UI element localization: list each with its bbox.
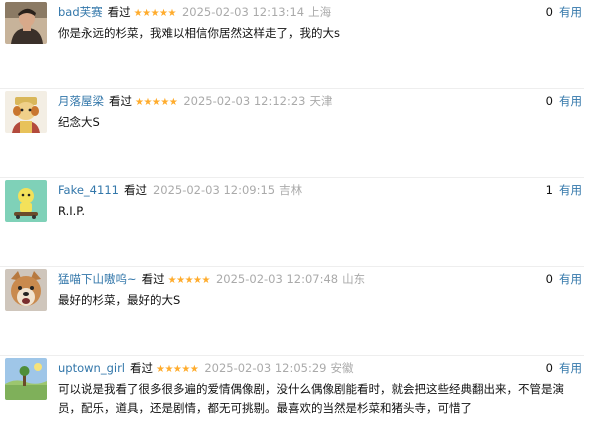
vote-count: 1	[545, 183, 553, 197]
rating-stars: ★★★★★	[135, 97, 178, 108]
vote-count: 0	[545, 272, 553, 286]
watch-status: 看过	[109, 94, 132, 108]
avatar-image	[5, 91, 47, 133]
vote-count: 0	[545, 94, 553, 108]
comment-time: 2025-02-03 12:05:29	[204, 361, 327, 375]
comment-location: 上海	[308, 5, 332, 19]
comment-username[interactable]: bad芙赛	[58, 5, 103, 19]
comment-location: 吉林	[279, 183, 303, 197]
user-avatar[interactable]	[5, 2, 47, 44]
avatar-image	[5, 180, 47, 222]
vote-area: 0 有用	[546, 270, 582, 288]
comment-username[interactable]: uptown_girl	[58, 361, 125, 375]
comment-location: 安徽	[330, 361, 354, 375]
comment-username[interactable]: Fake_4111	[58, 183, 119, 197]
watch-status: 看过	[123, 183, 147, 197]
comment-meta: Fake_4111 看过 2025-02-03 12:09:15 吉林	[58, 181, 302, 199]
comment-time: 2025-02-03 12:12:23	[183, 94, 306, 108]
comment-time: 2025-02-03 12:09:15	[152, 183, 276, 197]
user-avatar[interactable]	[5, 358, 47, 400]
useful-button[interactable]: 有用	[559, 5, 582, 19]
watch-status: 看过	[130, 361, 153, 375]
useful-button[interactable]: 有用	[559, 94, 582, 108]
vote-count: 0	[545, 5, 553, 19]
comment-location: 山东	[342, 272, 366, 286]
comment-item: bad芙赛 看过 ★★★★★ 2025-02-03 12:13:14 上海 0 有用 你是…	[0, 0, 600, 89]
watch-status: 看过	[141, 272, 165, 286]
vote-count: 0	[545, 361, 553, 375]
comment-username[interactable]: 猛喵下山嗷呜~	[58, 272, 137, 286]
comment-item: 猛喵下山嗷呜~ 看过 ★★★★★ 2025-02-03 12:07:48 山东 0 有用 …	[0, 267, 600, 356]
avatar-image	[5, 358, 47, 400]
avatar-image	[5, 269, 47, 311]
comment-text: 你是永远的杉菜，我难以相信你居然这样走了，我的大s	[58, 26, 340, 40]
comment-text: 最好的杉菜，最好的大S	[58, 293, 181, 307]
comment-location: 天津	[309, 94, 333, 108]
vote-area: 0 有用	[546, 92, 582, 110]
comment-text: 纪念大S	[58, 115, 100, 129]
vote-area: 0 有用	[546, 3, 582, 21]
comment-text: 可以说是我看了很多很多遍的爱情偶像剧，没什么偶像剧能看时，就会把这些经典翻出来，…	[58, 382, 564, 415]
rating-stars: ★★★★★	[156, 364, 199, 375]
comment-meta: 月落屋梁 看过 ★★★★★ 2025-02-03 12:12:23 天津	[58, 92, 332, 110]
comment-time: 2025-02-03 12:07:48	[215, 272, 339, 286]
comment-time: 2025-02-03 12:13:14	[181, 5, 305, 19]
comment-item: uptown_girl 看过 ★★★★★ 2025-02-03 12:05:29 安徽 …	[0, 356, 600, 431]
watch-status: 看过	[107, 5, 131, 19]
comment-item: 月落屋梁 看过 ★★★★★ 2025-02-03 12:12:23 天津 0 有用 纪念大…	[0, 89, 600, 178]
comment-username[interactable]: 月落屋梁	[58, 94, 104, 108]
vote-area: 0 有用	[546, 359, 582, 377]
useful-button[interactable]: 有用	[559, 361, 582, 375]
user-avatar[interactable]	[5, 269, 47, 311]
rating-stars: ★★★★★	[167, 275, 211, 286]
comment-text: R.I.P.	[58, 204, 86, 218]
comment-meta: uptown_girl 看过 ★★★★★ 2025-02-03 12:05:29 安徽	[58, 359, 353, 377]
avatar-image	[5, 2, 47, 44]
useful-button[interactable]: 有用	[559, 272, 582, 286]
user-avatar[interactable]	[5, 91, 47, 133]
vote-area: 1 有用	[546, 181, 582, 199]
comment-item: Fake_4111 看过 2025-02-03 12:09:15 吉林 1 有用 R.I…	[0, 178, 600, 267]
rating-stars: ★★★★★	[133, 8, 177, 19]
useful-button[interactable]: 有用	[559, 183, 582, 197]
comment-meta: 猛喵下山嗷呜~ 看过 ★★★★★ 2025-02-03 12:07:48 山东	[58, 270, 365, 288]
user-avatar[interactable]	[5, 180, 47, 222]
comment-meta: bad芙赛 看过 ★★★★★ 2025-02-03 12:13:14 上海	[58, 3, 331, 21]
comment-list: bad芙赛 看过 ★★★★★ 2025-02-03 12:13:14 上海 0 有用 你是…	[0, 0, 600, 431]
